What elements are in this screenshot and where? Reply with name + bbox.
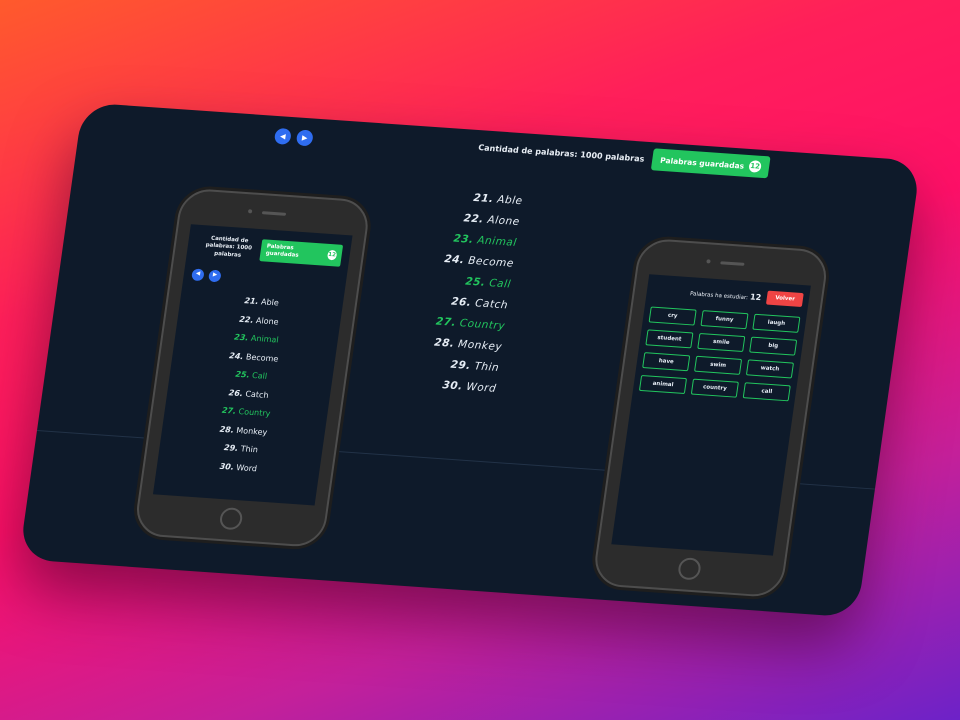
mobile-prev-page-button[interactable]: ◀ [191,268,205,282]
word-text: Animal [250,333,280,345]
word-text: Alone [255,315,280,327]
word-number: 21. [472,191,495,206]
saved-words-label: Palabras guardadas [659,155,745,171]
word-number: 23. [233,332,250,343]
word-text: Call [251,370,268,381]
pagination-controls: ◀ ▶ [273,127,314,147]
back-button[interactable]: Volver [766,290,804,308]
study-words-grid: cry funny laugh student smile big have swim watc… [638,306,801,402]
mobile-saved-count-badge: 12 [326,249,338,261]
camera-icon [247,209,253,214]
word-number: 27. [435,315,457,329]
speaker-grille [261,211,287,216]
study-word-chip[interactable]: big [749,336,798,356]
chevron-left-icon: ◀ [279,131,287,141]
study-word-chip[interactable]: smile [697,332,746,353]
study-word-chip[interactable]: watch [745,359,795,379]
word-number: 26. [450,295,473,309]
word-text: Country [459,317,506,333]
phone-mockup-list: Cantidad de palabras: 1000 palabras Pala… [133,187,372,549]
word-text: Thin [473,360,500,375]
study-word-chip[interactable]: animal [638,374,688,395]
word-number: 30. [441,379,464,393]
word-text: Become [467,254,515,270]
word-number: 24. [228,350,245,361]
word-text: Monkey [457,338,503,354]
words-to-study-label: Palabras ha estudiar:12 [689,290,762,302]
camera-icon [706,259,711,264]
study-word-chip[interactable]: call [742,382,791,402]
header-info: Cantidad de palabras: 1000 palabras Pala… [477,136,771,179]
mobile-word-count-label: Cantidad de palabras: 1000 palabras [205,235,253,259]
study-word-chip[interactable]: country [690,378,739,398]
study-word-chip[interactable]: funny [700,310,749,330]
word-number: 22. [238,314,255,325]
mobile-pagination-controls: ◀ ▶ [191,268,222,283]
word-text: Thin [240,444,259,455]
home-button-icon [676,557,702,581]
study-word-chip[interactable]: have [642,352,691,372]
word-text: Monkey [235,425,268,437]
word-number: 26. [228,387,244,398]
chevron-right-icon: ▶ [301,133,309,142]
word-text: Become [245,351,279,364]
speaker-grille [720,261,745,266]
chevron-left-icon: ◀ [195,270,201,278]
saved-count-badge: 12 [748,160,762,173]
word-number: 23. [452,232,475,246]
word-number: 21. [243,296,260,307]
word-number: 29. [223,443,239,454]
word-text: Alone [486,213,521,229]
word-number: 24. [443,253,466,267]
mobile-next-page-button[interactable]: ▶ [208,269,222,283]
mobile-saved-words-label: Palabras guardadas [265,243,299,259]
study-header: Palabras ha estudiar:12 Volver [689,285,804,308]
phone-screen: Cantidad de palabras: 1000 palabras Pala… [152,224,353,506]
word-number: 25. [234,369,251,380]
study-word-chip[interactable]: swim [694,355,743,375]
prev-page-button[interactable]: ◀ [273,127,292,145]
saved-words-button[interactable]: Palabras guardadas 12 [650,148,771,179]
word-text: Animal [476,234,518,249]
word-text: Word [465,380,497,395]
word-number: 28. [433,336,456,350]
study-word-chip[interactable]: cry [648,306,697,326]
word-number: 22. [462,212,485,226]
study-word-chip[interactable]: laugh [752,313,801,333]
word-text: Able [260,297,280,308]
mobile-word-list: 21. Able 22. Alone 23. Animal 24. Become 25.… [156,288,343,483]
word-text: Catch [474,297,509,312]
word-count-label: Cantidad de palabras: 1000 palabras [477,142,646,164]
phone-mockup-study: Palabras ha estudiar:12 Volver cry funny l… [591,237,830,599]
word-number: 30. [219,461,235,472]
word-number: 27. [221,405,237,416]
word-number: 25. [464,275,487,289]
word-text: Call [488,277,512,291]
home-button-icon [218,507,244,531]
word-number: 29. [449,358,472,373]
chevron-right-icon: ▶ [212,272,218,279]
desktop-view: ◀ ▶ Cantidad de palabras: 1000 palabras … [18,102,922,618]
word-text: Catch [244,388,270,400]
word-text: Word [235,462,258,473]
word-text: Country [237,407,271,419]
mobile-saved-words-button[interactable]: Palabras guardadas 12 [259,239,344,267]
mobile-header: Cantidad de palabras: 1000 palabras Pala… [194,235,344,267]
word-number: 28. [219,424,235,435]
word-list: 21. Able 22. Alone 23. Animal 24. Become 25.… [385,184,524,400]
words-to-study-count: 12 [749,291,762,302]
phone-screen: Palabras ha estudiar:12 Volver cry funny l… [611,274,811,556]
word-text: Able [496,193,524,208]
study-word-chip[interactable]: student [645,329,694,349]
next-page-button[interactable]: ▶ [295,129,314,147]
